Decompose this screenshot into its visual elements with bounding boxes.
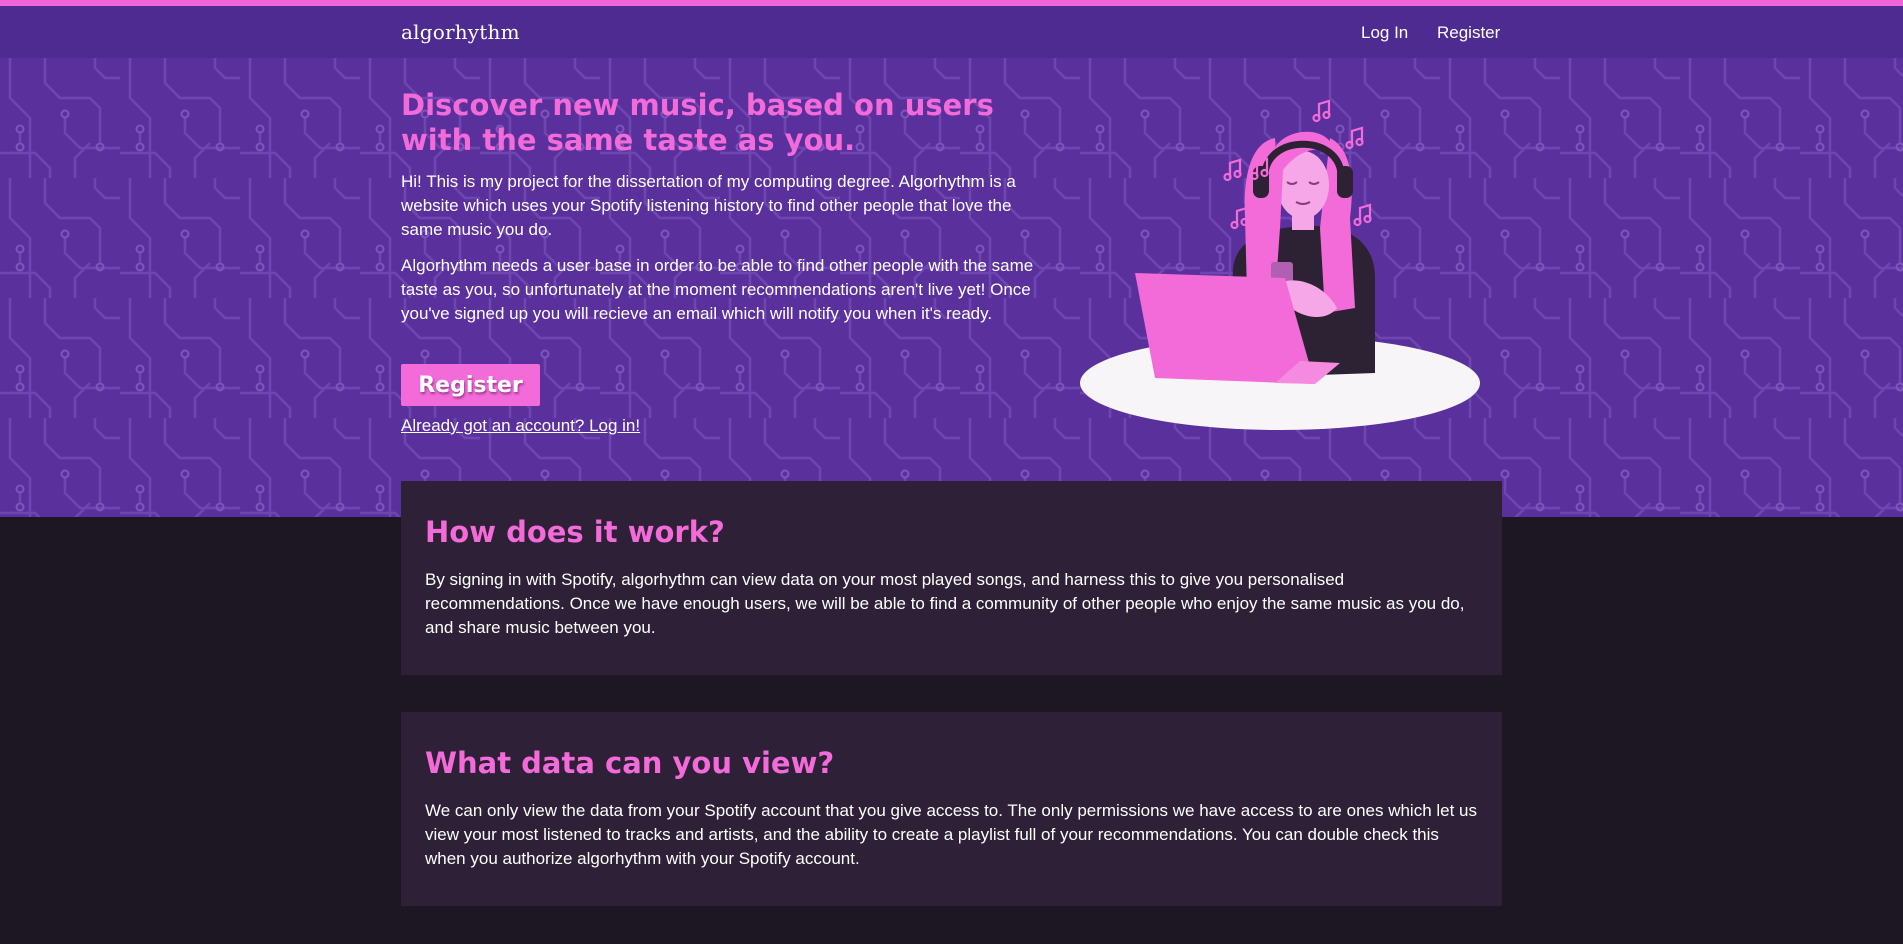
hero-section: Discover new music, based on users with …: [0, 58, 1903, 517]
what-data-body: We can only view the data from your Spot…: [425, 801, 1478, 868]
nav-login-link[interactable]: Log In: [1361, 23, 1408, 43]
woman-with-headphones-laptop-illustration: [1080, 99, 1480, 430]
hero-userbase-paragraph: Algorhythm needs a user base in order to…: [401, 256, 1034, 323]
how-it-works-body: By signing in with Spotify, algorhythm c…: [425, 570, 1465, 637]
what-data-heading: What data can you view?: [425, 746, 835, 780]
navbar: algorhythm Log In Register: [0, 6, 1903, 58]
hero-intro-paragraph: Hi! This is my project for the dissertat…: [401, 172, 1016, 239]
nav-register-link[interactable]: Register: [1437, 23, 1500, 43]
how-it-works-heading: How does it work?: [425, 515, 725, 549]
register-button[interactable]: Register: [401, 364, 540, 406]
login-link[interactable]: Already got an account? Log in!: [401, 416, 640, 436]
how-it-works-card: How does it work? By signing in with Spo…: [401, 481, 1502, 675]
brand-logo[interactable]: algorhythm: [401, 20, 520, 44]
hero-title: Discover new music, based on users with …: [401, 88, 994, 157]
what-data-card: What data can you view? We can only view…: [401, 712, 1502, 906]
